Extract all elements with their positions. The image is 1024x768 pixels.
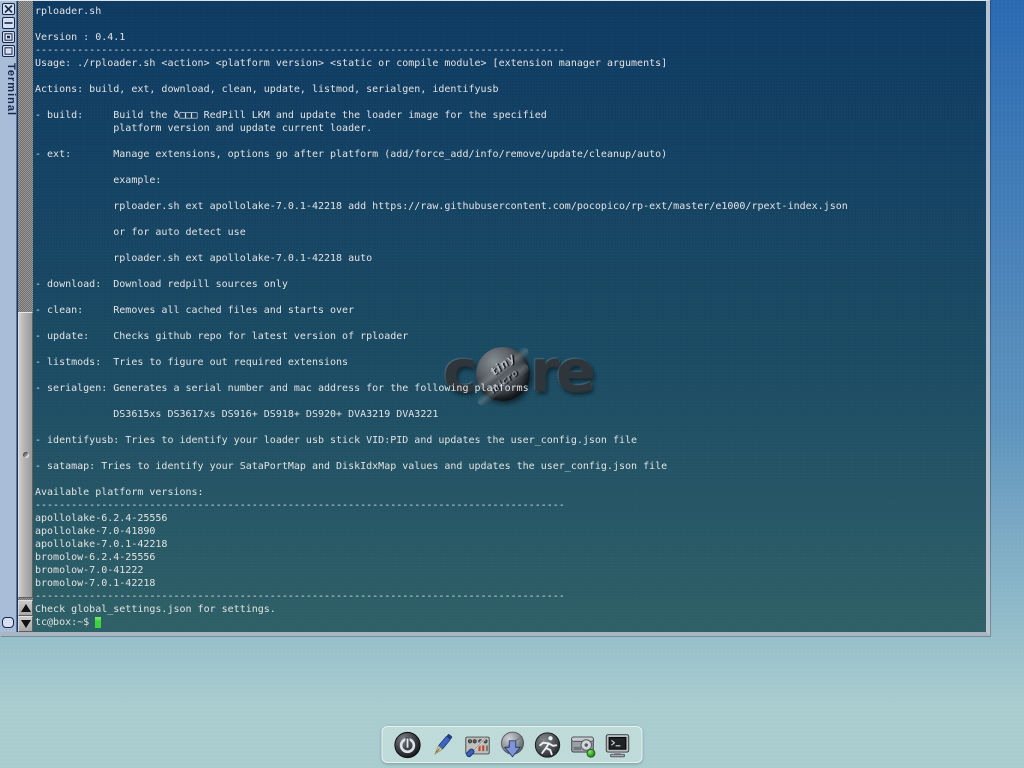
dock-item-cpanel[interactable] [461,728,494,761]
dock-item-run[interactable] [531,728,564,761]
window-title: Terminal [0,63,17,116]
dock-bar [382,726,643,763]
maximize-icon [4,47,13,55]
apps-download-icon [497,730,527,760]
close-icon [4,5,13,13]
text-cursor [95,617,101,628]
terminal-window: Terminal ctinymicrore rploader.sh Versio… [0,0,990,636]
shell-prompt: tc@box:~$ [35,616,95,629]
shade-button[interactable] [2,17,15,29]
mount-disk-icon [567,730,597,760]
close-button[interactable] [2,3,15,15]
desktop-background: Terminal ctinymicrore rploader.sh Versio… [0,0,1024,768]
dock-item-terminal[interactable] [601,728,634,761]
terminal-content[interactable]: ctinymicrore rploader.sh Version : 0.4.1… [33,1,986,632]
scroll-up-button[interactable] [18,600,33,616]
scrollbar-thumb-dimple [23,452,29,458]
shell-prompt-line: tc@box:~$ [33,616,986,629]
maximize-button[interactable] [2,45,15,57]
run-program-icon [532,730,562,760]
terminal-scrollbar[interactable] [18,1,33,632]
resize-handle[interactable] [2,617,14,628]
exit-icon [392,730,422,760]
scroll-down-button[interactable] [18,616,33,632]
scrollbar-thumb[interactable] [18,312,33,598]
window-titlebar[interactable]: Terminal [0,1,17,632]
dock-item-apps[interactable] [496,728,529,761]
dock-item-mount[interactable] [566,728,599,761]
arrow-down-icon [21,620,31,628]
paint-pen-icon [427,730,457,760]
dock-item-paint[interactable] [426,728,459,761]
restore-button[interactable] [2,31,15,43]
shade-icon [4,19,13,27]
restore-icon [4,33,13,41]
terminal-icon [602,730,632,760]
dock-item-exit[interactable] [391,728,424,761]
terminal-output: rploader.sh Version : 0.4.1 ------------… [33,1,986,616]
arrow-up-icon [21,604,31,612]
control-panel-icon [462,730,492,760]
